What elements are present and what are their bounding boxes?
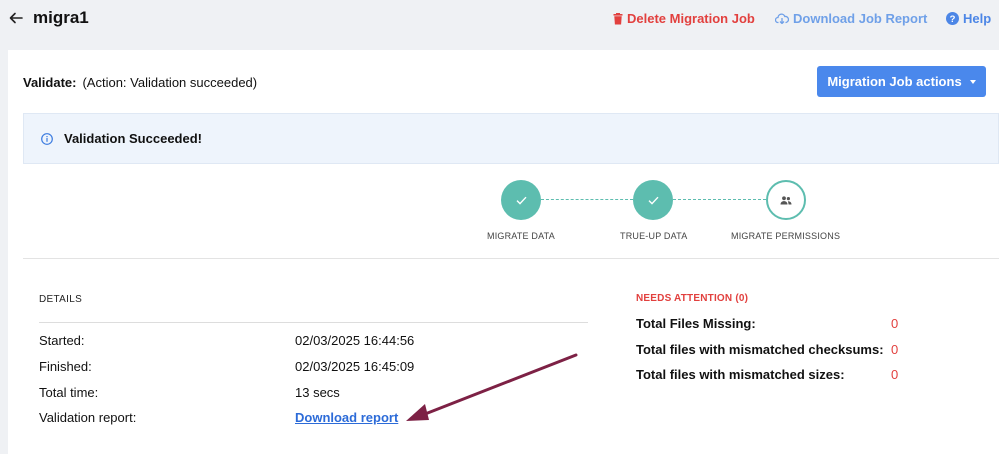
detail-label-validation-report: Validation report: bbox=[39, 410, 137, 425]
page-header: migra1 Delete Migration Job Download Job… bbox=[0, 0, 999, 38]
detail-label-total-time: Total time: bbox=[39, 385, 99, 400]
step-label-migrate-permissions: MIGRATE PERMISSIONS bbox=[731, 231, 841, 241]
users-icon bbox=[780, 195, 792, 204]
detail-label-finished: Finished: bbox=[39, 359, 92, 374]
page-title: migra1 bbox=[33, 8, 89, 27]
help-label: Help bbox=[963, 11, 992, 26]
step-migrate-data bbox=[501, 180, 541, 220]
info-icon bbox=[41, 132, 53, 145]
download-job-report-button[interactable]: Download Job Report bbox=[775, 11, 927, 26]
detail-value-finished: 02/03/2025 16:45:09 bbox=[295, 359, 415, 374]
alert-text: Validation Succeeded! bbox=[64, 131, 202, 146]
delete-migration-job-button[interactable]: Delete Migration Job bbox=[613, 11, 755, 26]
na-value-mismatched-checksums: 0 bbox=[891, 342, 899, 357]
details-heading: DETAILS bbox=[39, 294, 83, 305]
migration-job-card: Validate: (Action: Validation succeeded) … bbox=[8, 50, 999, 454]
na-value-files-missing: 0 bbox=[891, 316, 899, 331]
checkmark-icon bbox=[648, 196, 659, 205]
migration-job-actions-label: Migration Job actions bbox=[827, 74, 962, 89]
svg-text:?: ? bbox=[950, 14, 956, 25]
help-circle-icon: ? bbox=[946, 12, 959, 25]
na-label-files-missing: Total Files Missing: bbox=[636, 316, 756, 331]
migration-job-actions-button[interactable]: Migration Job actions bbox=[817, 66, 986, 97]
needs-attention-heading: NEEDS ATTENTION (0) bbox=[636, 293, 749, 304]
caret-down-icon bbox=[969, 79, 976, 84]
step-label-true-up-data: TRUE-UP DATA bbox=[620, 231, 688, 241]
step-true-up-data bbox=[633, 180, 673, 220]
detail-value-total-time: 13 secs bbox=[295, 385, 340, 400]
step-migrate-permissions bbox=[766, 180, 806, 220]
checkmark-icon bbox=[516, 196, 527, 205]
step-label-migrate-data: MIGRATE DATA bbox=[487, 231, 555, 241]
step-connector bbox=[673, 199, 766, 200]
detail-value-started: 02/03/2025 16:44:56 bbox=[295, 333, 415, 348]
validate-status: Validate: (Action: Validation succeeded) bbox=[23, 75, 257, 90]
detail-label-started: Started: bbox=[39, 333, 85, 348]
trash-icon bbox=[613, 12, 623, 24]
help-button[interactable]: ? Help bbox=[946, 11, 991, 26]
back-arrow-icon[interactable] bbox=[9, 9, 25, 27]
step-connector bbox=[541, 199, 633, 200]
na-label-mismatched-sizes: Total files with mismatched sizes: bbox=[636, 367, 845, 382]
na-value-mismatched-sizes: 0 bbox=[891, 367, 899, 382]
delete-migration-job-label: Delete Migration Job bbox=[627, 11, 755, 26]
na-label-mismatched-checksums: Total files with mismatched checksums: bbox=[636, 342, 884, 357]
section-divider bbox=[23, 258, 999, 259]
validation-alert: Validation Succeeded! bbox=[23, 113, 999, 164]
validate-label: Validate: bbox=[23, 75, 77, 90]
download-job-report-label: Download Job Report bbox=[793, 11, 928, 26]
details-divider bbox=[39, 322, 588, 323]
download-report-link[interactable]: Download report bbox=[295, 410, 398, 425]
validate-status-text: (Action: Validation succeeded) bbox=[82, 75, 258, 90]
cloud-download-icon bbox=[775, 13, 789, 24]
